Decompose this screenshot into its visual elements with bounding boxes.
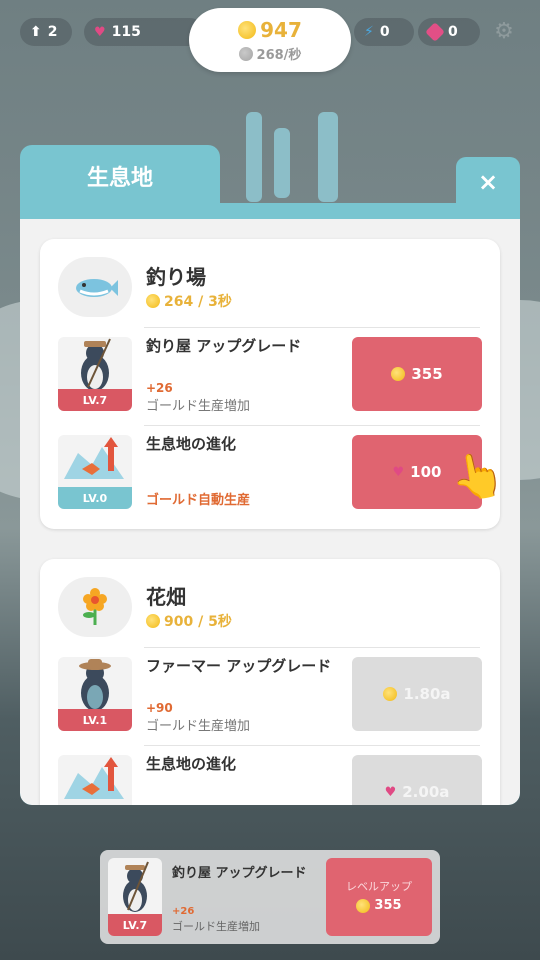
- energy-currency: ⚡ 0: [354, 18, 414, 46]
- habitat-rate: 900 / 5秒: [146, 611, 232, 631]
- level-indicator: ⬆ 2: [20, 18, 72, 46]
- close-icon: ×: [477, 168, 499, 196]
- quick-upgrade-desc: ゴールド生産増加: [172, 920, 260, 933]
- divider: [144, 327, 480, 328]
- iceberg-evolve-thumbnail: LV.0: [58, 435, 132, 509]
- quick-upgrade-title: 釣り屋 アップグレード: [172, 866, 307, 881]
- level-badge: LV.7: [58, 389, 132, 411]
- level-badge: LV.1: [58, 709, 132, 731]
- level-value: 2: [47, 24, 58, 40]
- coin-icon: [383, 687, 398, 701]
- energy-value: 0: [379, 24, 390, 40]
- upgrade-desc: ゴールド生産増加: [146, 399, 251, 414]
- coin-icon: [146, 614, 160, 628]
- heart-value: 115: [111, 24, 141, 40]
- gem-value: 0: [448, 24, 458, 40]
- upgrade-row: LV.1 ファーマー アップグレード +90 ゴールド生産増加 1.80a: [58, 657, 482, 737]
- coin-icon: [238, 46, 253, 61]
- upgrade-title: ファーマー アップグレード: [146, 657, 332, 675]
- close-button[interactable]: ×: [456, 157, 520, 207]
- level-badge: LV.7: [108, 914, 162, 936]
- habitat-card-fishing: 釣り場 264 / 3秒 LV.7 釣り屋 アップグレード +26 ゴールド生産…: [40, 239, 500, 529]
- habitat-title: 釣り場: [146, 265, 206, 289]
- level-badge: LV.0: [58, 487, 132, 509]
- iceberg-evolve-thumbnail: [58, 755, 132, 805]
- habitat-card-flowerfield: 花畑 900 / 5秒 LV.1 ファーマー アップグレード +90 ゴールド生…: [40, 559, 500, 805]
- penguin-fisher-thumbnail: LV.7: [108, 858, 162, 936]
- penguin-farmer-thumbnail: LV.1: [58, 657, 132, 731]
- pointing-hand-icon: 👆: [446, 446, 509, 507]
- lightning-icon: ⚡: [364, 24, 374, 40]
- modal-body: 釣り場 264 / 3秒 LV.7 釣り屋 アップグレード +26 ゴールド生産…: [20, 203, 520, 805]
- upgrade-bonus: +90: [146, 701, 173, 715]
- evolve-row: 生息地の進化 ♥ 2.00a: [58, 755, 482, 805]
- coin-icon: [238, 21, 257, 39]
- quick-upgrade-bar: LV.7 釣り屋 アップグレード +26 ゴールド生産増加 レベルアップ 355: [100, 850, 440, 944]
- heart-icon: ♥: [384, 784, 397, 800]
- upgrade-desc: ゴールド生産増加: [146, 719, 251, 734]
- upgrade-buy-button[interactable]: 355: [352, 337, 482, 411]
- fish-icon: [58, 257, 132, 317]
- divider: [144, 745, 480, 746]
- arrow-up-icon: ⬆: [30, 24, 42, 40]
- level-up-label: レベルアップ: [346, 880, 412, 893]
- evolve-row: LV.0 生息地の進化 ゴールド自動生産 ♥ 100: [58, 435, 482, 515]
- coin-icon: [356, 898, 371, 913]
- habitat-rate: 264 / 3秒: [146, 291, 232, 311]
- evolve-title: 生息地の進化: [146, 435, 237, 453]
- level-up-button[interactable]: レベルアップ 355: [326, 858, 432, 936]
- upgrade-buy-button[interactable]: 1.80a: [352, 657, 482, 731]
- evolve-title: 生息地の進化: [146, 755, 237, 773]
- heart-currency: ♥ 115: [84, 18, 204, 46]
- divider: [144, 647, 480, 648]
- gem-icon: [425, 22, 445, 42]
- habitat-title: 花畑: [146, 585, 186, 609]
- tab-habitat[interactable]: 生息地: [20, 145, 220, 207]
- penguin-fisher-thumbnail: LV.7: [58, 337, 132, 411]
- heart-icon: ♥: [94, 24, 106, 40]
- evolve-desc: ゴールド自動生産: [146, 493, 251, 508]
- gold-rate: 268/秒: [256, 48, 302, 63]
- upgrade-bonus: +26: [146, 381, 173, 395]
- quick-upgrade-bonus: +26: [172, 906, 195, 917]
- upgrade-title: 釣り屋 アップグレード: [146, 337, 302, 355]
- gold-counter: 947 268/秒: [189, 8, 351, 72]
- flower-icon: [58, 577, 132, 637]
- gold-value: 947: [260, 18, 302, 42]
- divider: [144, 425, 480, 426]
- habitat-modal: 釣り場 264 / 3秒 LV.7 釣り屋 アップグレード +26 ゴールド生産…: [20, 145, 520, 805]
- modal-scroll-area[interactable]: 釣り場 264 / 3秒 LV.7 釣り屋 アップグレード +26 ゴールド生産…: [20, 219, 520, 805]
- evolve-buy-button[interactable]: ♥ 2.00a: [352, 755, 482, 805]
- upgrade-row: LV.7 釣り屋 アップグレード +26 ゴールド生産増加 355: [58, 337, 482, 417]
- coin-icon: [146, 294, 160, 308]
- coin-icon: [391, 367, 406, 381]
- heart-icon: ♥: [392, 464, 405, 480]
- gear-icon[interactable]: ⚙: [492, 20, 516, 44]
- gem-currency: 0: [418, 18, 480, 46]
